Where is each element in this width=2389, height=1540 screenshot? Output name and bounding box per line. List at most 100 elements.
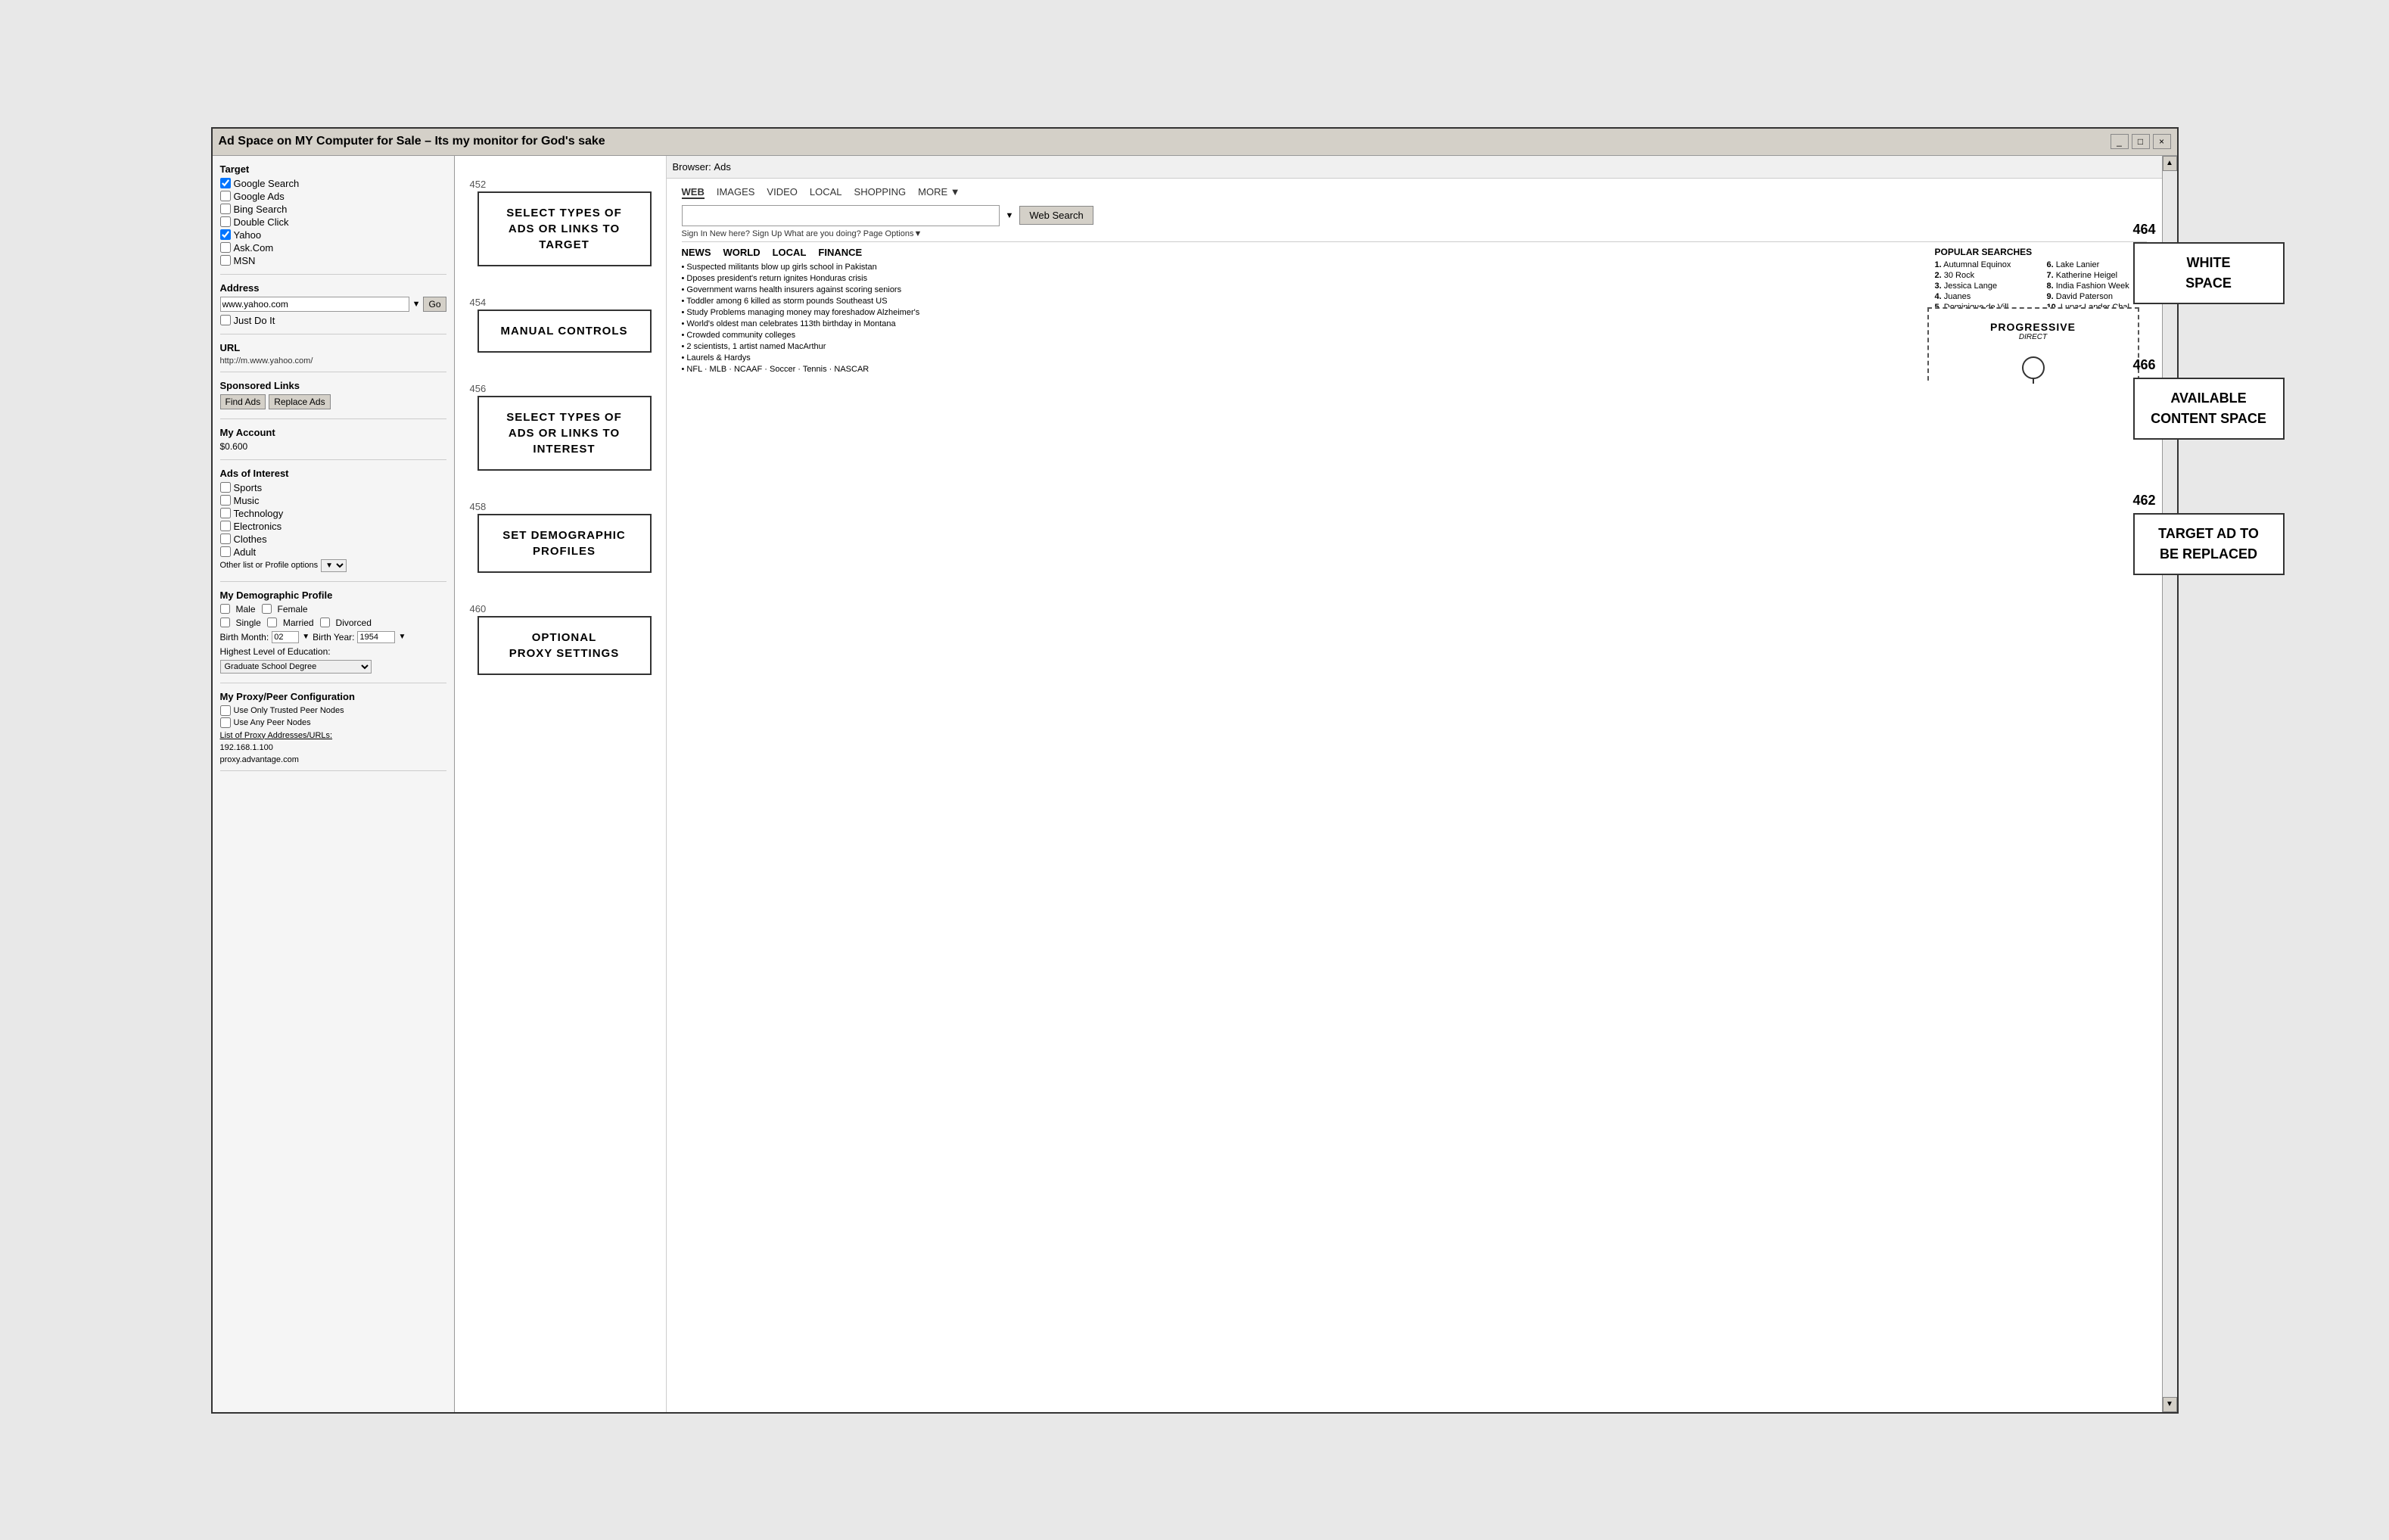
- electronics-checkbox[interactable]: [220, 521, 231, 531]
- single-checkbox[interactable]: [220, 618, 230, 627]
- google-ads-row: Google Ads: [220, 191, 446, 202]
- divorced-checkbox[interactable]: [320, 618, 330, 627]
- popular-title: POPULAR SEARCHES: [1935, 247, 2147, 257]
- popular-grid: 1. Autumnal Equinox 6. Lake Lanier 2. 30…: [1935, 260, 2147, 312]
- google-ads-checkbox[interactable]: [220, 191, 231, 201]
- clothes-checkbox[interactable]: [220, 534, 231, 544]
- annotation-466-box: AVAILABLECONTENT SPACE: [2133, 378, 2285, 440]
- trusted-peer-checkbox[interactable]: [220, 705, 231, 716]
- birth-year-input[interactable]: [357, 631, 395, 643]
- url-label: URL: [220, 342, 446, 353]
- ctrl-number-452: 452: [470, 179, 487, 190]
- address-input[interactable]: [220, 297, 409, 312]
- askcom-checkbox[interactable]: [220, 242, 231, 253]
- diagram-column: 452 SELECT TYPES OF ADS OR LINKS TO TARG…: [455, 156, 667, 1412]
- popular-2: 2. 30 Rock: [1935, 271, 2035, 280]
- bing-search-checkbox[interactable]: [220, 204, 231, 214]
- divorced-label: Divorced: [336, 618, 372, 628]
- nav-web[interactable]: WEB: [682, 186, 705, 199]
- go-button[interactable]: Go: [423, 297, 446, 312]
- ctrl-group-3: 456 SELECT TYPES OF ADS OR LINKS TO INTE…: [462, 383, 652, 471]
- search-bar-row: ▼ Web Search: [682, 205, 2147, 226]
- search-input[interactable]: [682, 205, 1000, 226]
- sports-checkbox[interactable]: [220, 482, 231, 493]
- url-value: http://m.www.yahoo.com/: [220, 356, 446, 366]
- clothes-label: Clothes: [234, 534, 267, 545]
- trusted-peer-label: Use Only Trusted Peer Nodes: [234, 706, 344, 715]
- news-item-7: • 2 scientists, 1 artist named MacArthur: [682, 342, 1920, 351]
- web-search-button[interactable]: Web Search: [1019, 206, 1093, 225]
- just-do-it-row: Just Do It: [220, 315, 446, 326]
- any-peer-checkbox[interactable]: [220, 717, 231, 728]
- clothes-row: Clothes: [220, 534, 446, 545]
- nav-video[interactable]: VIDEO: [767, 186, 797, 199]
- demographic-label: My Demographic Profile: [220, 590, 446, 601]
- female-checkbox[interactable]: [262, 604, 272, 614]
- main-window: Ad Space on MY Computer for Sale – Its m…: [211, 127, 2179, 1414]
- adult-checkbox[interactable]: [220, 546, 231, 557]
- window-title: Ad Space on MY Computer for Sale – Its m…: [219, 135, 605, 148]
- ctrl-box-458: SET DEMOGRAPHIC PROFILES: [477, 514, 652, 573]
- msn-checkbox[interactable]: [220, 255, 231, 266]
- tab-finance[interactable]: FINANCE: [818, 247, 862, 258]
- popular-6: 6. Lake Lanier: [2047, 260, 2147, 269]
- account-label: My Account: [220, 427, 446, 438]
- nav-shopping[interactable]: SHOPPING: [854, 186, 907, 199]
- window-content: Target Google Search Google Ads Bing Sea…: [213, 156, 2177, 1412]
- double-click-checkbox[interactable]: [220, 216, 231, 227]
- maximize-button[interactable]: □: [2132, 134, 2150, 149]
- technology-checkbox[interactable]: [220, 508, 231, 518]
- other-profile-label: Other list or Profile options: [220, 561, 319, 570]
- married-checkbox[interactable]: [267, 618, 277, 627]
- just-do-it-checkbox[interactable]: [220, 315, 231, 325]
- ctrl-box-460: OPTIONAL PROXY SETTINGS: [477, 616, 652, 675]
- replace-ads-button[interactable]: Replace Ads: [269, 394, 330, 409]
- male-checkbox[interactable]: [220, 604, 230, 614]
- gender-row: Male Female: [220, 604, 446, 614]
- yahoo-checkbox[interactable]: [220, 229, 231, 240]
- birth-year-label: Birth Year:: [313, 632, 354, 642]
- account-section: My Account $0.600: [220, 427, 446, 460]
- ctrl-box-456: SELECT TYPES OF ADS OR LINKS TO INTEREST: [477, 396, 652, 471]
- address-label: Address: [220, 282, 446, 294]
- nav-images[interactable]: IMAGES: [717, 186, 755, 199]
- sports-label: Sports: [234, 482, 263, 493]
- electronics-label: Electronics: [234, 521, 282, 532]
- double-click-label: Double Click: [234, 216, 289, 228]
- adult-row: Adult: [220, 546, 446, 558]
- bing-search-row: Bing Search: [220, 204, 446, 215]
- nav-more[interactable]: MORE ▼: [918, 186, 960, 199]
- askcom-label: Ask.Com: [234, 242, 274, 254]
- music-checkbox[interactable]: [220, 495, 231, 506]
- account-balance: $0.600: [220, 441, 446, 452]
- education-dropdown[interactable]: Graduate School Degree: [220, 660, 372, 674]
- electronics-row: Electronics: [220, 521, 446, 532]
- close-button[interactable]: ×: [2153, 134, 2171, 149]
- ctrl-box-454: MANUAL CONTROLS: [477, 310, 652, 353]
- popular-4: 4. Juanes: [1935, 292, 2035, 301]
- education-label: Highest Level of Education:: [220, 646, 446, 657]
- target-label: Target: [220, 163, 446, 175]
- right-annotations: 464 WHITESPACE 466 AVAILABLECONTENT SPAC…: [2133, 222, 2285, 575]
- popular-9: 9. David Paterson: [2047, 292, 2147, 301]
- ctrl-number-460: 460: [470, 603, 487, 614]
- google-search-label: Google Search: [234, 178, 300, 189]
- nav-local[interactable]: LOCAL: [810, 186, 842, 199]
- ctrl-group-2: 454 MANUAL CONTROLS: [462, 297, 652, 353]
- msn-row: MSN: [220, 255, 446, 266]
- other-profile-dropdown[interactable]: ▼: [321, 559, 347, 572]
- search-nav: WEB IMAGES VIDEO LOCAL SHOPPING MORE ▼: [682, 186, 2147, 199]
- msn-label: MSN: [234, 255, 256, 266]
- single-label: Single: [236, 618, 261, 628]
- tab-news[interactable]: NEWS: [682, 247, 711, 258]
- google-search-checkbox[interactable]: [220, 178, 231, 188]
- find-ads-button[interactable]: Find Ads: [220, 394, 266, 409]
- ctrl-box-452: SELECT TYPES OF ADS OR LINKS TO TARGET: [477, 191, 652, 266]
- tab-world[interactable]: WORLD: [723, 247, 761, 258]
- scroll-down-button[interactable]: ▼: [2163, 1397, 2177, 1412]
- birth-month-input[interactable]: [272, 631, 299, 643]
- news-item-1: • Dposes president's return ignites Hond…: [682, 274, 1920, 283]
- tab-local[interactable]: LOCAL: [773, 247, 807, 258]
- minimize-button[interactable]: _: [2111, 134, 2129, 149]
- scroll-up-button[interactable]: ▲: [2163, 156, 2177, 171]
